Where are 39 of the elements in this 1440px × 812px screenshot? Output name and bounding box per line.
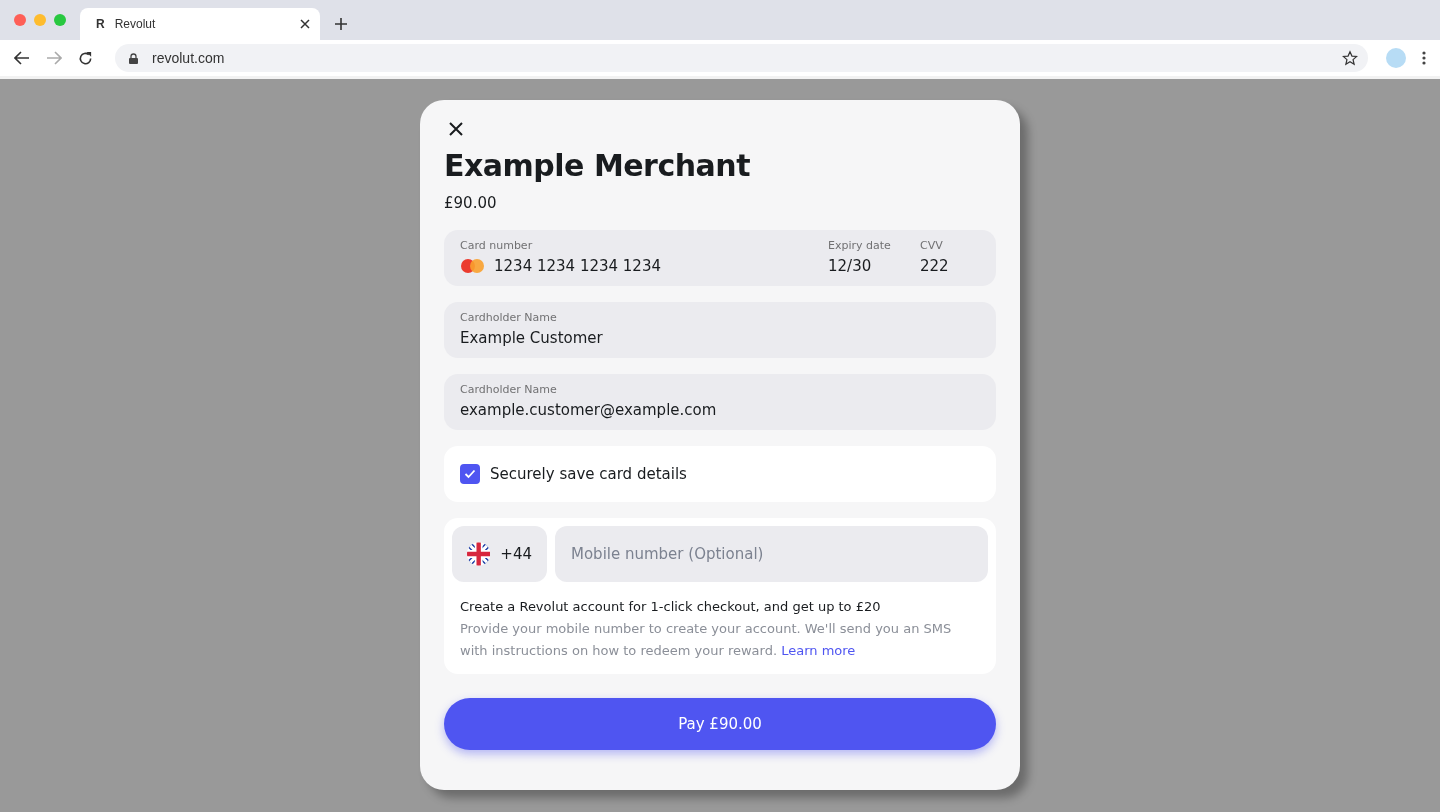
flag-icon — [467, 542, 491, 566]
address-bar[interactable]: revolut.com — [115, 44, 1368, 72]
reload-icon[interactable] — [78, 50, 93, 66]
tab-favicon: R — [96, 17, 105, 31]
cvv-value: 222 — [920, 256, 950, 276]
mobile-number-field[interactable]: Mobile number (Optional) — [555, 526, 988, 582]
new-tab-icon[interactable] — [334, 17, 348, 31]
field-label: Cardholder Name — [460, 311, 558, 324]
close-icon[interactable] — [449, 122, 463, 136]
input-field[interactable]: Cardholder Name Example Customer — [444, 302, 996, 358]
checkbox[interactable] — [460, 464, 480, 484]
check-icon — [464, 469, 476, 479]
field-label: Card number — [460, 239, 534, 252]
tab-title: Revolut — [114, 17, 157, 31]
expiry-date: 12/30 — [828, 256, 873, 276]
promo-headline: Create a Revolut account for 1-click checkout, and get up to £20 — [460, 598, 882, 616]
card-number: 1234 1234 1234 1234 — [494, 256, 661, 276]
browser-tab[interactable]: R Revolut — [80, 8, 320, 40]
promo-description: Provide your mobile number to create your account. We'll send you an SMS with instructions on how to redeem your reward. Learn more — [460, 620, 953, 660]
pay-button[interactable]: Pay £90.00 — [444, 698, 996, 750]
learn-more-link[interactable]: Learn more — [781, 643, 856, 658]
close-icon[interactable] — [300, 19, 310, 29]
field-label: CVV — [920, 239, 944, 252]
field-label: Cardholder Name — [460, 383, 558, 396]
menu-icon[interactable] — [1422, 51, 1426, 65]
back-arrow-icon[interactable] — [14, 51, 30, 65]
lock-icon — [129, 52, 138, 64]
country-code-selector[interactable]: +44 — [452, 526, 547, 582]
field-label: Expiry date — [828, 239, 892, 252]
card-details-field[interactable]: Card number 1234 1234 1234 1234 Expiry date 12/30 CVV 222 — [444, 230, 996, 286]
url-text: revolut.com — [152, 50, 226, 66]
star-icon[interactable] — [1342, 50, 1358, 66]
checkbox-label: Securely save card details — [490, 465, 687, 483]
field-value: example.customer@example.com — [460, 400, 718, 420]
amount-text: £90.00 — [444, 194, 498, 212]
card-brand-icon — [460, 258, 485, 274]
field-value: Example Customer — [460, 328, 604, 348]
merchant-name: Example Merchant — [444, 148, 751, 184]
input-field[interactable]: Cardholder Name example.customer@example.com — [444, 374, 996, 430]
